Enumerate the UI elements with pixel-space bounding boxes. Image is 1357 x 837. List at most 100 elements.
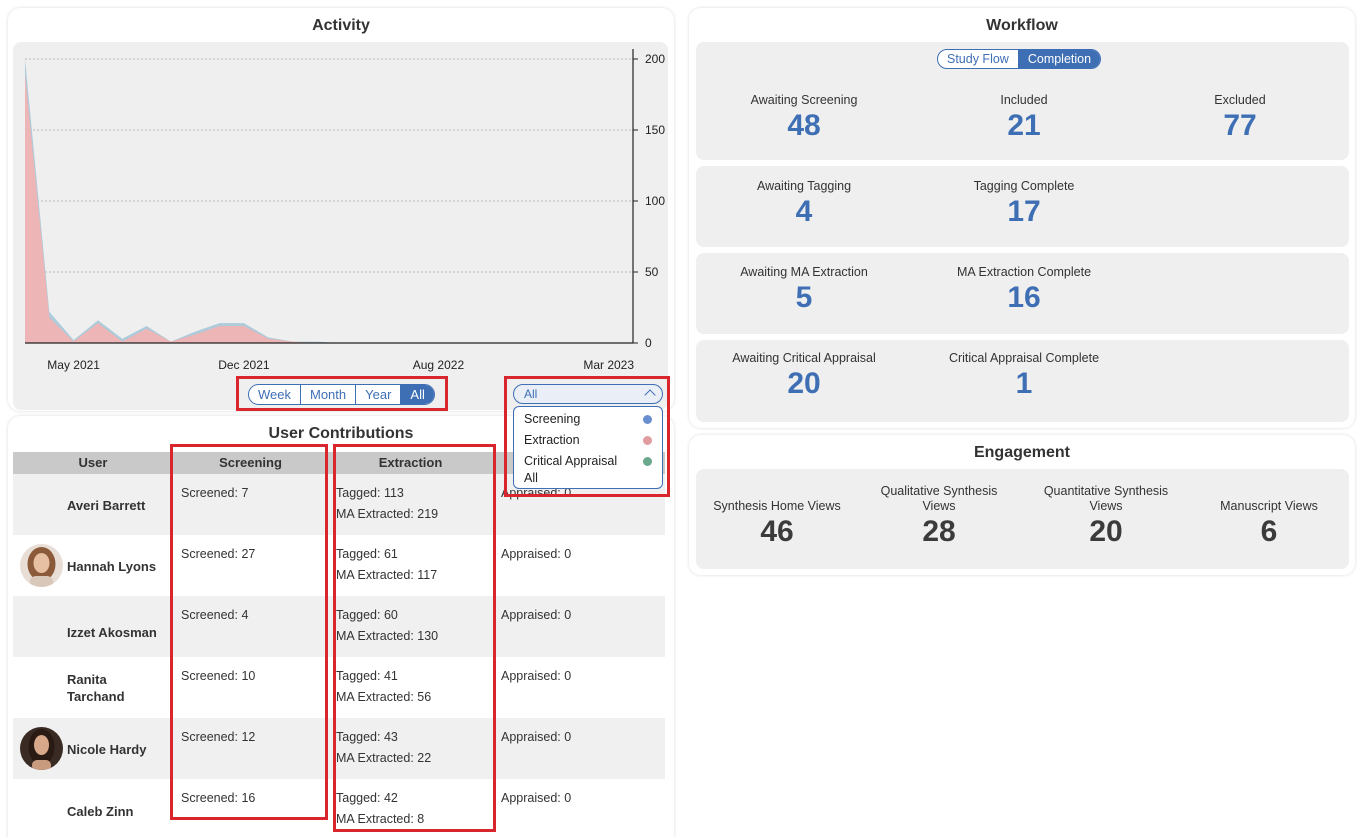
metric-label: Qualitative Synthesis	[880, 484, 998, 498]
metric-value: 46	[760, 515, 794, 548]
series-option-extraction[interactable]: Extraction	[514, 430, 662, 451]
y-tick-label: 50	[645, 265, 659, 279]
tagged-count: Tagged: 42	[336, 791, 398, 805]
appraisal-cell: Appraised: 0	[501, 669, 572, 683]
workflow-panel: Workflow Study Flow Completion Awaiting …	[689, 8, 1355, 428]
user-name: Caleb Zinn	[67, 804, 134, 819]
awaiting-critical-appraisal-metric: Awaiting Critical Appraisal 20	[709, 351, 899, 400]
series-option-label: All	[524, 471, 538, 485]
metric-value: 4	[795, 195, 813, 228]
user-cell: Hannah Lyons	[13, 535, 173, 596]
ma-extracted-count: MA Extracted: 8	[336, 812, 425, 826]
table-body: Averi Barrett Screened: 7 Tagged: 113 MA…	[13, 474, 665, 837]
y-tick-label: 150	[645, 123, 665, 137]
metric-label: Included	[1000, 93, 1048, 107]
x-tick-label: Dec 2021	[218, 358, 270, 372]
awaiting-ma-extraction-metric: Awaiting MA Extraction 5	[719, 265, 889, 314]
range-all-button[interactable]: All	[401, 385, 434, 404]
table-row: Hannah Lyons Screened: 27 Tagged: 61 MA …	[13, 535, 665, 596]
appraisal-cell: Appraised: 0	[501, 730, 572, 744]
metric-label: Awaiting Tagging	[756, 179, 852, 193]
qualitative-synthesis-views-metric: Qualitative Synthesis Views 28	[864, 484, 1014, 548]
series-option-screening[interactable]: Screening	[514, 409, 662, 430]
user-cell: Caleb Zinn	[13, 779, 173, 837]
x-tick-label: May 2021	[47, 358, 100, 372]
metric-value: 48	[787, 109, 821, 142]
excluded-metric: Excluded 77	[1165, 93, 1315, 142]
screening-cell: Screened: 27	[181, 547, 256, 561]
activity-panel: Activity 0 50 100 150 200 May 2021 Dec 2021 Aug…	[8, 8, 674, 411]
series-option-label: Extraction	[524, 433, 580, 447]
engagement-metrics-band: Synthesis Home Views 46 Qualitative Synt…	[696, 469, 1349, 569]
ma-extracted-count: MA Extracted: 219	[336, 507, 439, 521]
awaiting-screening-metric: Awaiting Screening 48	[729, 93, 879, 142]
user-name: Izzet Akosman	[67, 625, 157, 640]
extraction-cell: Tagged: 60 MA Extracted: 130	[328, 596, 493, 657]
series-filter-select[interactable]: All	[513, 384, 663, 404]
metric-label: Awaiting Critical Appraisal	[732, 351, 876, 365]
range-year-button[interactable]: Year	[356, 385, 402, 404]
metric-value: 21	[1007, 109, 1041, 142]
screening-cell: Screened: 12	[181, 730, 256, 744]
user-cell: Averi Barrett	[13, 474, 173, 535]
metric-label: Manuscript Views	[1220, 499, 1318, 513]
metric-value: 20	[1089, 515, 1123, 548]
x-tick-label: Aug 2022	[413, 358, 465, 372]
completion-tab[interactable]: Completion	[1018, 50, 1101, 68]
workflow-title: Workflow	[986, 17, 1058, 34]
workflow-appraisal-band: Awaiting Critical Appraisal 20 Critical …	[696, 340, 1349, 422]
extraction-dot-icon	[643, 436, 652, 445]
y-tick-label: 0	[645, 336, 652, 350]
x-tick-label: Mar 2023	[583, 358, 634, 372]
metric-label: Awaiting Screening	[750, 93, 858, 107]
engagement-title: Engagement	[973, 444, 1070, 461]
series-option-critical-appraisal[interactable]: Critical Appraisal	[514, 451, 662, 472]
user-name: Nicole Hardy	[67, 742, 147, 757]
workflow-view-toggle: Study Flow Completion	[937, 49, 1102, 69]
tagging-complete-metric: Tagging Complete 17	[949, 179, 1099, 228]
extraction-cell: Tagged: 61 MA Extracted: 117	[328, 535, 493, 596]
metric-label: Tagging Complete	[973, 179, 1075, 193]
screening-cell: Screened: 4	[181, 608, 249, 622]
critical-appraisal-dot-icon	[643, 457, 652, 466]
range-month-button[interactable]: Month	[301, 385, 357, 404]
tagged-count: Tagged: 60	[336, 608, 398, 622]
activity-chart-svg: 0 50 100 150 200 May 2021 Dec 2021 Aug 2022 Mar …	[25, 49, 665, 372]
tagged-count: Tagged: 113	[336, 486, 404, 500]
metric-label-line2: Views	[922, 499, 956, 513]
extraction-cell: Tagged: 113 MA Extracted: 219	[328, 474, 493, 535]
metric-label-line2: Views	[1089, 499, 1123, 513]
user-name: Averi Barrett	[67, 498, 146, 513]
series-option-all[interactable]: All	[514, 472, 662, 486]
manuscript-views-metric: Manuscript Views 6	[1194, 499, 1344, 548]
workflow-tagging-band: Awaiting Tagging 4 Tagging Complete 17	[696, 166, 1349, 247]
engagement-panel: Engagement Synthesis Home Views 46 Quali…	[689, 435, 1355, 575]
ma-extracted-count: MA Extracted: 56	[336, 690, 432, 704]
quantitative-synthesis-views-metric: Quantitative Synthesis Views 20	[1026, 484, 1186, 548]
tagged-count: Tagged: 43	[336, 730, 398, 744]
time-range-toggle: Week Month Year All	[248, 384, 435, 405]
series-filter-dropdown: All Screening Extraction Critical Apprai…	[513, 384, 663, 489]
metric-value: 6	[1260, 515, 1278, 548]
metric-label: Critical Appraisal Complete	[948, 351, 1100, 365]
contributions-table: User Screening Extraction Averi Barrett …	[13, 452, 665, 837]
appraisal-cell: Appraised: 0	[501, 608, 572, 622]
metric-value: 1	[1015, 367, 1033, 400]
user-name: Hannah Lyons	[67, 559, 157, 574]
table-row: Ranita Tarchand Screened: 10 Tagged: 41 …	[13, 657, 665, 718]
header-extraction: Extraction	[378, 455, 443, 470]
study-flow-tab[interactable]: Study Flow	[938, 50, 1019, 68]
metric-value: 17	[1007, 195, 1041, 228]
header-user: User	[78, 455, 108, 470]
table-row: Caleb Zinn Screened: 16 Tagged: 42 MA Ex…	[13, 779, 665, 837]
metric-label: Awaiting MA Extraction	[740, 265, 868, 279]
extraction-cell: Tagged: 41 MA Extracted: 56	[328, 657, 493, 718]
chevron-up-icon	[644, 389, 656, 401]
range-week-button[interactable]: Week	[249, 385, 301, 404]
metric-value: 5	[795, 281, 813, 314]
tagged-count: Tagged: 41	[336, 669, 398, 683]
critical-appraisal-complete-metric: Critical Appraisal Complete 1	[924, 351, 1124, 400]
synthesis-home-views-metric: Synthesis Home Views 46	[702, 499, 852, 548]
metric-label: Excluded	[1214, 93, 1266, 107]
metric-value: 77	[1223, 109, 1257, 142]
